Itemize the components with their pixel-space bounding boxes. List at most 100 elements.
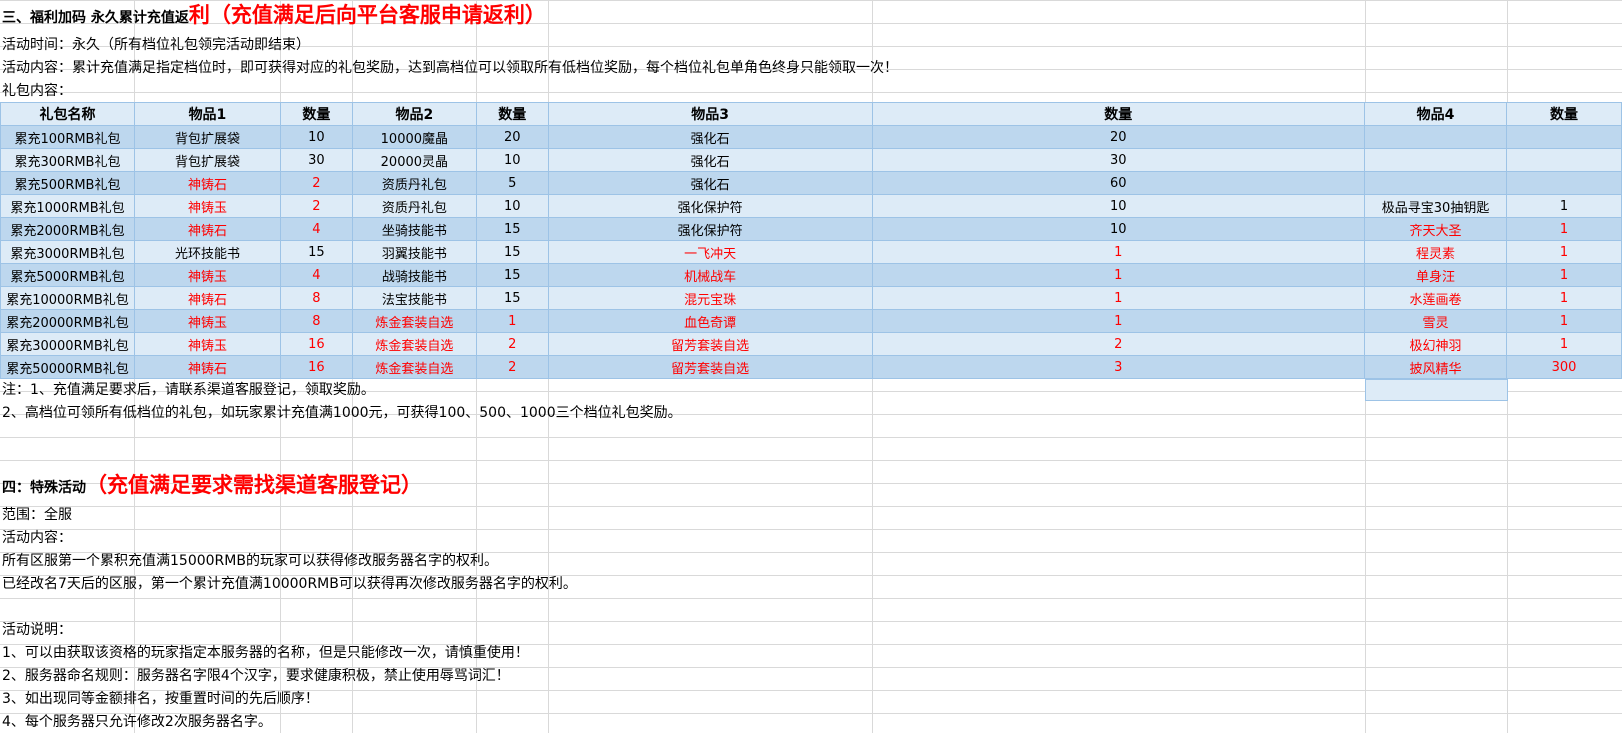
table-cell: 强化保护符 xyxy=(547,194,873,218)
column-header: 数量 xyxy=(475,102,549,126)
table-cell: 20000灵晶 xyxy=(351,148,477,172)
table-cell: 一飞冲天 xyxy=(547,240,873,264)
table-cell: 累充5000RMB礼包 xyxy=(0,263,135,287)
section4-title: 四：特殊活动（充值满足要求需找渠道客服登记） xyxy=(2,474,422,499)
column-header: 礼包名称 xyxy=(0,102,135,126)
table-cell: 20 xyxy=(871,125,1366,149)
column-header: 数量 xyxy=(279,102,353,126)
table-cell: 强化石 xyxy=(547,171,873,195)
table-cell: 15 xyxy=(475,263,549,287)
table-cell: 极幻神羽 xyxy=(1364,332,1508,356)
table-cell: 神铸石 xyxy=(133,217,281,241)
table-cell: 战骑技能书 xyxy=(351,263,477,287)
table-cell: 背包扩展袋 xyxy=(133,148,281,172)
gift-table: 礼包名称 物品1 数量 物品2 数量 物品3 数量 物品4 数量 累充100RMB礼包 背包扩展袋… xyxy=(0,102,1622,379)
table-cell: 1 xyxy=(1506,240,1622,264)
table-cell: 水莲画卷 xyxy=(1364,286,1508,310)
table-cell: 2 xyxy=(279,171,353,195)
table-cell: 神铸玉 xyxy=(133,263,281,287)
table-cell: 血色奇谭 xyxy=(547,309,873,333)
table-cell: 30 xyxy=(279,148,353,172)
table-cell: 1 xyxy=(871,286,1366,310)
table-cell: 15 xyxy=(279,240,353,264)
table-cell: 累充300RMB礼包 xyxy=(0,148,135,172)
table-row: 累充1000RMB礼包 神铸玉 2 资质丹礼包 10 强化保护符 10 极品寻宝30抽钥匙 1 xyxy=(0,194,1622,218)
table-cell: 60 xyxy=(871,171,1366,195)
gift-label: 礼包内容： xyxy=(2,83,72,99)
table-cell: 1 xyxy=(1506,194,1622,218)
table-row: 累充500RMB礼包 神铸石 2 资质丹礼包 5 强化石 60 xyxy=(0,171,1622,195)
content-line-1: 所有区服第一个累积充值满15000RMB的玩家可以获得修改服务器名字的权利。 xyxy=(2,553,498,569)
table-cell: 1 xyxy=(475,309,549,333)
table-cell: 齐天大圣 xyxy=(1364,217,1508,241)
table-cell: 披风精华 xyxy=(1364,355,1508,379)
table-cell: 强化保护符 xyxy=(547,217,873,241)
table-cell: 累充20000RMB礼包 xyxy=(0,309,135,333)
table-cell: 累充3000RMB礼包 xyxy=(0,240,135,264)
section3-title: 三、福利加码 永久累计充值返利（充值满足后向平台客服申请返利） xyxy=(2,4,546,29)
table-cell: 1 xyxy=(1506,217,1622,241)
table-cell: 累充2000RMB礼包 xyxy=(0,217,135,241)
empty-cell xyxy=(1365,379,1508,401)
table-cell: 10 xyxy=(475,148,549,172)
table-cell: 留芳套装自选 xyxy=(547,332,873,356)
table-cell: 2 xyxy=(871,332,1366,356)
table-cell xyxy=(1364,125,1508,149)
table-cell: 雪灵 xyxy=(1364,309,1508,333)
section4-title-prefix: 四：特殊活动 xyxy=(2,480,86,496)
note-1: 注：1、充值满足要求后，请联系渠道客服登记，领取奖励。 xyxy=(2,382,375,398)
table-cell: 炼金套装自选 xyxy=(351,355,477,379)
table-cell: 单身汪 xyxy=(1364,263,1508,287)
rule-4: 4、每个服务器只允许修改2次服务器名字。 xyxy=(2,714,272,730)
table-cell: 10 xyxy=(871,217,1366,241)
table-row: 累充3000RMB礼包 光环技能书 15 羽翼技能书 15 一飞冲天 1 程灵素 1 xyxy=(0,240,1622,264)
table-cell: 10000魔晶 xyxy=(351,125,477,149)
desc-label: 活动说明： xyxy=(2,622,72,638)
table-row: 累充50000RMB礼包 神铸石 16 炼金套装自选 2 留芳套装自选 3 披风精华 300 xyxy=(0,355,1622,379)
gift-table-header: 礼包名称 物品1 数量 物品2 数量 物品3 数量 物品4 数量 xyxy=(0,102,1622,126)
table-row: 累充30000RMB礼包 神铸玉 16 炼金套装自选 2 留芳套装自选 2 极幻神羽 1 xyxy=(0,332,1622,356)
table-cell: 累充500RMB礼包 xyxy=(0,171,135,195)
table-cell: 1 xyxy=(1506,263,1622,287)
table-cell: 2 xyxy=(475,355,549,379)
table-cell: 1 xyxy=(1506,332,1622,356)
table-cell: 机械战车 xyxy=(547,263,873,287)
rule-1: 1、可以由获取该资格的玩家指定本服务器的名称，但是只能修改一次，请慎重使用！ xyxy=(2,645,529,661)
column-header: 物品4 xyxy=(1364,102,1508,126)
column-header: 物品3 xyxy=(547,102,873,126)
table-cell: 1 xyxy=(1506,286,1622,310)
table-row: 累充300RMB礼包 背包扩展袋 30 20000灵晶 10 强化石 30 xyxy=(0,148,1622,172)
table-cell: 累充50000RMB礼包 xyxy=(0,355,135,379)
table-cell: 15 xyxy=(475,286,549,310)
table-cell: 强化石 xyxy=(547,148,873,172)
table-cell: 2 xyxy=(475,332,549,356)
table-cell: 16 xyxy=(279,355,353,379)
table-cell: 4 xyxy=(279,217,353,241)
table-cell: 极品寻宝30抽钥匙 xyxy=(1364,194,1508,218)
table-row: 累充10000RMB礼包 神铸石 8 法宝技能书 15 混元宝珠 1 水莲画卷 1 xyxy=(0,286,1622,310)
table-cell: 神铸石 xyxy=(133,171,281,195)
table-cell: 300 xyxy=(1506,355,1622,379)
table-cell: 累充30000RMB礼包 xyxy=(0,332,135,356)
table-cell: 资质丹礼包 xyxy=(351,194,477,218)
table-cell: 神铸玉 xyxy=(133,332,281,356)
table-cell: 法宝技能书 xyxy=(351,286,477,310)
table-cell xyxy=(1506,148,1622,172)
table-row: 累充2000RMB礼包 神铸石 4 坐骑技能书 15 强化保护符 10 齐天大圣 1 xyxy=(0,217,1622,241)
table-cell: 4 xyxy=(279,263,353,287)
column-header: 数量 xyxy=(1506,102,1622,126)
table-cell: 20 xyxy=(475,125,549,149)
table-cell: 10 xyxy=(475,194,549,218)
table-cell: 羽翼技能书 xyxy=(351,240,477,264)
table-cell: 累充100RMB礼包 xyxy=(0,125,135,149)
section3-title-red: 利（充值满足后向平台客服申请返利） xyxy=(188,3,546,27)
table-row: 累充20000RMB礼包 神铸玉 8 炼金套装自选 1 血色奇谭 1 雪灵 1 xyxy=(0,309,1622,333)
table-cell: 资质丹礼包 xyxy=(351,171,477,195)
section4-title-red: （充值满足要求需找渠道客服登记） xyxy=(86,473,422,497)
table-cell: 30 xyxy=(871,148,1366,172)
table-cell: 光环技能书 xyxy=(133,240,281,264)
table-cell: 16 xyxy=(279,332,353,356)
table-cell: 8 xyxy=(279,286,353,310)
table-cell: 神铸石 xyxy=(133,286,281,310)
table-cell xyxy=(1506,171,1622,195)
